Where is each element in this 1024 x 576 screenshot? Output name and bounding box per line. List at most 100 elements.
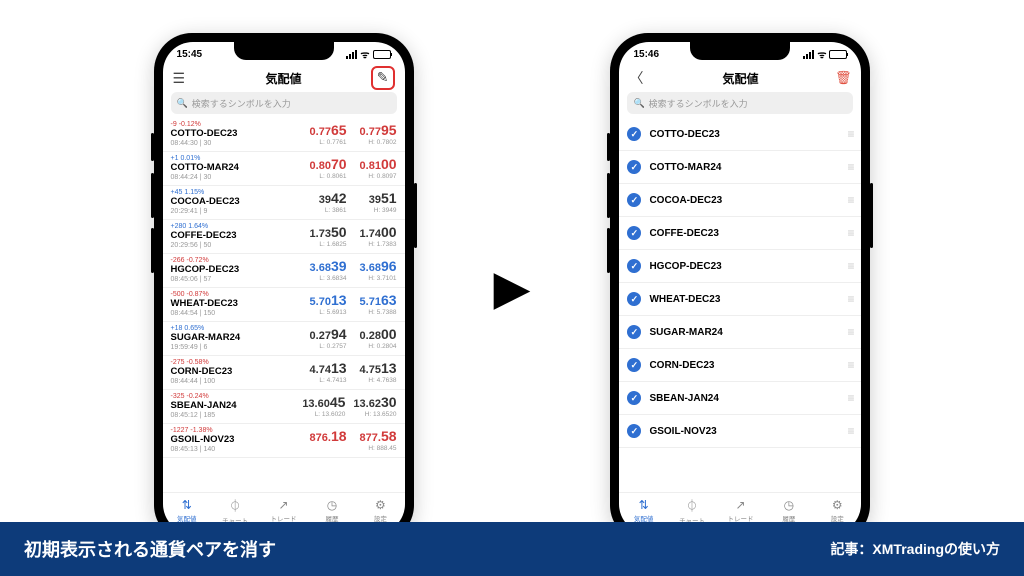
quotes-list: -9 -0.12% COTTO-DEC23 08:44:30 | 30 0.77… bbox=[163, 118, 405, 492]
ask-high: H: 1.7383 bbox=[368, 241, 396, 248]
check-icon[interactable]: ✓ bbox=[627, 193, 641, 207]
ask-price: 0.2800 bbox=[360, 327, 397, 342]
ask-price: 4.7513 bbox=[360, 361, 397, 376]
drag-handle-icon[interactable]: ≡ bbox=[847, 259, 853, 273]
bid-price: 0.2794 bbox=[310, 327, 347, 342]
menu-icon[interactable]: ☰ bbox=[173, 70, 186, 87]
check-icon[interactable]: ✓ bbox=[627, 127, 641, 141]
quote-row[interactable]: -325 -0.24% SBEAN-JAN24 08:45:12 | 185 1… bbox=[163, 390, 405, 424]
search-icon: 🔍 bbox=[177, 98, 188, 109]
time-label: 08:45:12 | 185 bbox=[171, 412, 237, 420]
edit-row[interactable]: ✓ WHEAT-DEC23 ≡ bbox=[619, 283, 861, 316]
back-icon[interactable]: 〈 bbox=[629, 68, 643, 88]
check-icon[interactable]: ✓ bbox=[627, 292, 641, 306]
edit-row[interactable]: ✓ COTTO-MAR24 ≡ bbox=[619, 151, 861, 184]
battery-icon bbox=[373, 50, 391, 59]
symbol-label: CORN-DEC23 bbox=[649, 360, 714, 371]
edit-row[interactable]: ✓ GSOIL-NOV23 ≡ bbox=[619, 415, 861, 448]
symbol-label: SUGAR-MAR24 bbox=[171, 333, 241, 344]
symbol-label: HGCOP-DEC23 bbox=[171, 265, 240, 276]
ask-price: 5.7163 bbox=[360, 293, 397, 308]
bid-price: 5.7013 bbox=[310, 293, 347, 308]
bid-price: 0.7765 bbox=[310, 123, 347, 138]
bid-price: 3.6839 bbox=[310, 259, 347, 274]
drag-handle-icon[interactable]: ≡ bbox=[847, 358, 853, 372]
pencil-icon[interactable]: ✎ bbox=[377, 69, 389, 85]
ask-high: H: 888.45 bbox=[368, 445, 396, 452]
quote-row[interactable]: -1227 -1.38% GSOIL-NOV23 08:45:13 | 140 … bbox=[163, 424, 405, 458]
check-icon[interactable]: ✓ bbox=[627, 391, 641, 405]
drag-handle-icon[interactable]: ≡ bbox=[847, 325, 853, 339]
quote-row[interactable]: -9 -0.12% COTTO-DEC23 08:44:30 | 30 0.77… bbox=[163, 118, 405, 152]
ask-high: H: 0.2804 bbox=[368, 343, 396, 350]
check-icon[interactable]: ✓ bbox=[627, 226, 641, 240]
time-label: 19:59:49 | 6 bbox=[171, 344, 241, 352]
edit-row[interactable]: ✓ CORN-DEC23 ≡ bbox=[619, 349, 861, 382]
edit-row[interactable]: ✓ COFFE-DEC23 ≡ bbox=[619, 217, 861, 250]
check-icon[interactable]: ✓ bbox=[627, 160, 641, 174]
quote-row[interactable]: -275 -0.58% CORN-DEC23 08:44:44 | 100 4.… bbox=[163, 356, 405, 390]
drag-handle-icon[interactable]: ≡ bbox=[847, 160, 853, 174]
page-title: 気配値 bbox=[722, 70, 758, 87]
top-bar: 〈 気配値 🗑 bbox=[619, 64, 861, 92]
bid-low: L: 1.6825 bbox=[319, 241, 346, 248]
ask-high: H: 13.6520 bbox=[365, 411, 397, 418]
symbol-label: WHEAT-DEC23 bbox=[649, 294, 720, 305]
ask-high: H: 3.7101 bbox=[368, 275, 396, 282]
quote-row[interactable]: -266 -0.72% HGCOP-DEC23 08:45:06 | 57 3.… bbox=[163, 254, 405, 288]
symbol-label: COTTO-MAR24 bbox=[171, 163, 239, 174]
check-icon[interactable]: ✓ bbox=[627, 424, 641, 438]
drag-handle-icon[interactable]: ≡ bbox=[847, 391, 853, 405]
search-input[interactable]: 🔍 検索するシンボルを入力 bbox=[627, 92, 853, 114]
check-icon[interactable]: ✓ bbox=[627, 358, 641, 372]
trash-icon[interactable]: 🗑 bbox=[835, 70, 852, 86]
drag-handle-icon[interactable]: ≡ bbox=[847, 226, 853, 240]
nav-icon: ⇅ bbox=[182, 498, 192, 512]
nav-icon: ⚙ bbox=[832, 498, 843, 512]
symbol-label: COFFE-DEC23 bbox=[171, 231, 237, 242]
symbol-label: COCOA-DEC23 bbox=[649, 195, 722, 206]
bid-price: 876.18 bbox=[310, 429, 347, 444]
edit-row[interactable]: ✓ HGCOP-DEC23 ≡ bbox=[619, 250, 861, 283]
drag-handle-icon[interactable]: ≡ bbox=[847, 292, 853, 306]
bid-low: L: 4.7413 bbox=[319, 377, 346, 384]
ask-high: H: 5.7388 bbox=[368, 309, 396, 316]
nav-icon: ⇅ bbox=[639, 498, 649, 512]
edit-row[interactable]: ✓ COCOA-DEC23 ≡ bbox=[619, 184, 861, 217]
symbol-label: WHEAT-DEC23 bbox=[171, 299, 238, 310]
edit-row[interactable]: ✓ SUGAR-MAR24 ≡ bbox=[619, 316, 861, 349]
drag-handle-icon[interactable]: ≡ bbox=[847, 193, 853, 207]
bid-low: L: 0.7761 bbox=[319, 139, 346, 146]
ask-price: 3.6896 bbox=[360, 259, 397, 274]
check-icon[interactable]: ✓ bbox=[627, 259, 641, 273]
footer-bar: 初期表示される通貨ペアを消す 記事：XMTradingの使い方 bbox=[0, 522, 1024, 576]
check-icon[interactable]: ✓ bbox=[627, 325, 641, 339]
bid-low: L: 13.6020 bbox=[315, 411, 346, 418]
drag-handle-icon[interactable]: ≡ bbox=[847, 127, 853, 141]
symbol-label: SUGAR-MAR24 bbox=[649, 327, 722, 338]
bid-price: 4.7413 bbox=[310, 361, 347, 376]
symbol-label: COCOA-DEC23 bbox=[171, 197, 240, 208]
time-label: 08:44:44 | 100 bbox=[171, 378, 233, 386]
edit-row[interactable]: ✓ SBEAN-JAN24 ≡ bbox=[619, 382, 861, 415]
nav-icon: ◷ bbox=[784, 498, 794, 512]
quote-row[interactable]: +18 0.65% SUGAR-MAR24 19:59:49 | 6 0.279… bbox=[163, 322, 405, 356]
symbol-label: COFFE-DEC23 bbox=[649, 228, 718, 239]
quote-row[interactable]: +280 1.64% COFFE-DEC23 20:29:56 | 50 1.7… bbox=[163, 220, 405, 254]
search-input[interactable]: 🔍 検索するシンボルを入力 bbox=[171, 92, 397, 114]
nav-icon: ↗ bbox=[735, 498, 745, 512]
ask-high: H: 4.7638 bbox=[368, 377, 396, 384]
edit-row[interactable]: ✓ COTTO-DEC23 ≡ bbox=[619, 118, 861, 151]
ask-price: 3951 bbox=[369, 191, 397, 206]
symbol-label: GSOIL-NOV23 bbox=[171, 435, 235, 446]
symbol-label: CORN-DEC23 bbox=[171, 367, 233, 378]
clock: 15:45 bbox=[177, 49, 203, 60]
time-label: 20:29:56 | 50 bbox=[171, 242, 237, 250]
ask-price: 1.7400 bbox=[360, 225, 397, 240]
quote-row[interactable]: -500 -0.87% WHEAT-DEC23 08:44:54 | 150 5… bbox=[163, 288, 405, 322]
drag-handle-icon[interactable]: ≡ bbox=[847, 424, 853, 438]
quote-row[interactable]: +1 0.01% COTTO-MAR24 08:44:24 | 30 0.807… bbox=[163, 152, 405, 186]
wifi-icon: ᯤ bbox=[817, 47, 826, 61]
quote-row[interactable]: +45 1.15% COCOA-DEC23 20:29:41 | 9 3942 … bbox=[163, 186, 405, 220]
signal-icon bbox=[346, 50, 357, 59]
